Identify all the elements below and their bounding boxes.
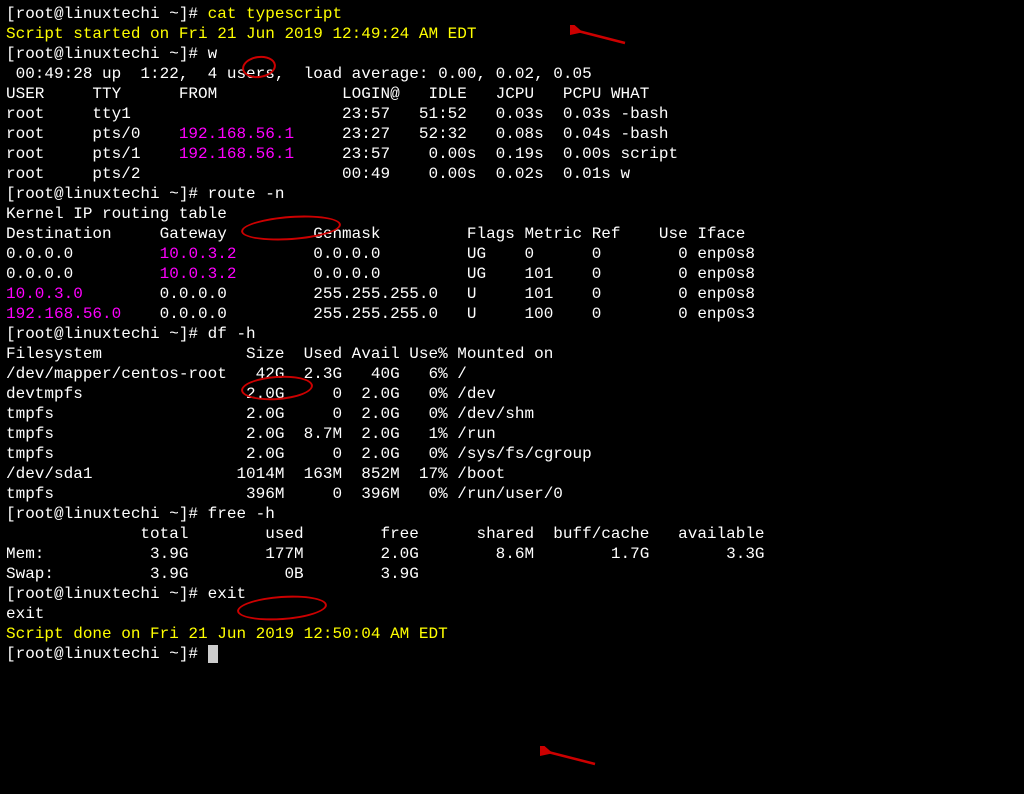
df-row: /dev/sda1 1014M 163M 852M 17% /boot xyxy=(6,464,1018,484)
df-row: tmpfs 2.0G 0 2.0G 0% /dev/shm xyxy=(6,404,1018,424)
w-row: root tty1 23:57 51:52 0.03s 0.03s -bash xyxy=(6,104,1018,124)
annotation-arrow-icon xyxy=(540,746,600,770)
prompt-line: [root@linuxtechi ~]# exit xyxy=(6,584,1018,604)
prompt-line: [root@linuxtechi ~]# df -h xyxy=(6,324,1018,344)
cmd-w: w xyxy=(208,45,218,63)
free-row: Mem: 3.9G 177M 2.0G 8.6M 1.7G 3.3G xyxy=(6,544,1018,564)
route-row: 0.0.0.0 10.0.3.2 0.0.0.0 UG 101 0 0 enp0… xyxy=(6,264,1018,284)
cmd-df: df -h xyxy=(208,325,256,343)
w-row: root pts/1 192.168.56.1 23:57 0.00s 0.19… xyxy=(6,144,1018,164)
free-row: Swap: 3.9G 0B 3.9G xyxy=(6,564,1018,584)
df-row: tmpfs 2.0G 8.7M 2.0G 1% /run xyxy=(6,424,1018,444)
route-columns: Destination Gateway Genmask Flags Metric… xyxy=(6,224,1018,244)
route-title: Kernel IP routing table xyxy=(6,204,1018,224)
df-row: /dev/mapper/centos-root 42G 2.3G 40G 6% … xyxy=(6,364,1018,384)
df-row: devtmpfs 2.0G 0 2.0G 0% /dev xyxy=(6,384,1018,404)
w-row: root pts/0 192.168.56.1 23:27 52:32 0.08… xyxy=(6,124,1018,144)
route-row: 10.0.3.0 0.0.0.0 255.255.255.0 U 101 0 0… xyxy=(6,284,1018,304)
script-done: Script done on Fri 21 Jun 2019 12:50:04 … xyxy=(6,624,1018,644)
script-start: Script started on Fri 21 Jun 2019 12:49:… xyxy=(6,24,1018,44)
route-row: 0.0.0.0 10.0.3.2 0.0.0.0 UG 0 0 0 enp0s8 xyxy=(6,244,1018,264)
prompt-line: [root@linuxtechi ~]# free -h xyxy=(6,504,1018,524)
prompt-line: [root@linuxtechi ~]# cat typescript xyxy=(6,4,1018,24)
prompt-line[interactable]: [root@linuxtechi ~]# xyxy=(6,644,1018,664)
cmd-cat: cat typescript xyxy=(208,5,342,23)
w-row: root pts/2 00:49 0.00s 0.02s 0.01s w xyxy=(6,164,1018,184)
w-header: 00:49:28 up 1:22, 4 users, load average:… xyxy=(6,64,1018,84)
cmd-free: free -h xyxy=(208,505,275,523)
free-columns: total used free shared buff/cache availa… xyxy=(6,524,1018,544)
prompt-line: [root@linuxtechi ~]# w xyxy=(6,44,1018,64)
df-columns: Filesystem Size Used Avail Use% Mounted … xyxy=(6,344,1018,364)
cursor-icon xyxy=(208,645,218,663)
route-row: 192.168.56.0 0.0.0.0 255.255.255.0 U 100… xyxy=(6,304,1018,324)
df-row: tmpfs 2.0G 0 2.0G 0% /sys/fs/cgroup xyxy=(6,444,1018,464)
df-row: tmpfs 396M 0 396M 0% /run/user/0 xyxy=(6,484,1018,504)
cmd-exit: exit xyxy=(208,585,246,603)
prompt-line: [root@linuxtechi ~]# route -n xyxy=(6,184,1018,204)
cmd-route: route -n xyxy=(208,185,285,203)
w-columns: USER TTY FROM LOGIN@ IDLE JCPU PCPU WHAT xyxy=(6,84,1018,104)
exit-echo: exit xyxy=(6,604,1018,624)
